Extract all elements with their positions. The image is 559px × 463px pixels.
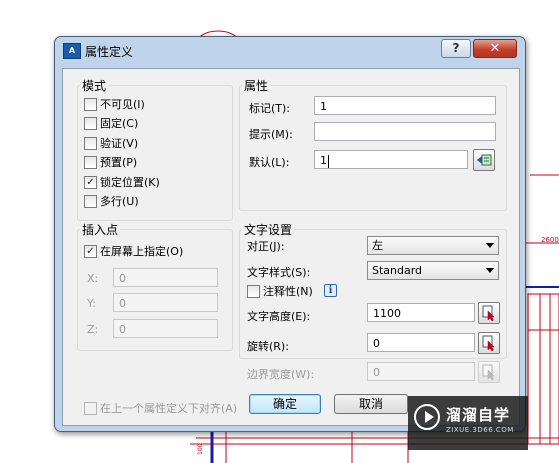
- checkbox-box[interactable]: [84, 155, 97, 169]
- watermark: 溜溜自学 ZIXUE.3D66.COM: [408, 396, 528, 450]
- checkbox-label: 固定(C): [100, 117, 139, 130]
- checkbox-box[interactable]: [84, 136, 97, 150]
- checkbox-preset[interactable]: 预置(P): [84, 154, 137, 170]
- checkbox-box[interactable]: [84, 97, 97, 111]
- title-bar[interactable]: A 属性定义 ? ✕: [55, 37, 525, 63]
- watermark-url: ZIXUE.3D66.COM: [446, 426, 514, 434]
- insert-field-icon: [477, 154, 492, 166]
- mode-group-title: 模式: [80, 77, 109, 94]
- dialog-title: 属性定义: [85, 45, 134, 59]
- default-label: 默认(L):: [249, 156, 290, 169]
- pick-boundary-button[interactable]: [478, 361, 500, 383]
- z-field[interactable]: 0: [113, 319, 218, 338]
- text-height-field[interactable]: 1100: [367, 303, 475, 322]
- checkbox-box[interactable]: [84, 194, 97, 208]
- checkbox-label: 注释性(N): [263, 285, 313, 298]
- attribute-definition-dialog: A 属性定义 ? ✕ 模式 不可见(I) 固定(C) 验证(V) 预置(P) 锁…: [54, 36, 526, 432]
- text-style-label: 文字样式(S):: [247, 266, 311, 279]
- attribute-group-title: 属性: [242, 77, 271, 94]
- close-button[interactable]: ✕: [473, 39, 517, 58]
- rotation-field[interactable]: 0: [367, 333, 475, 352]
- chevron-down-icon: [486, 243, 494, 248]
- cad-dimension-text: 2600: [541, 236, 559, 244]
- insert-field-button[interactable]: [473, 149, 495, 171]
- watermark-name: 溜溜自学: [446, 406, 511, 424]
- text-caret: [328, 154, 329, 168]
- checkbox-lock-position[interactable]: 锁定位置(K): [84, 174, 160, 190]
- cad-side-number: 100: [197, 443, 204, 455]
- checkbox-box-checked[interactable]: [84, 175, 97, 189]
- checkbox-box[interactable]: [84, 116, 97, 130]
- checkbox-box[interactable]: [84, 401, 97, 415]
- rotation-label: 旋转(R):: [247, 340, 289, 353]
- pick-point-icon: [482, 305, 495, 322]
- checkbox-invisible[interactable]: 不可见(I): [84, 96, 145, 112]
- pick-point-icon: [482, 335, 495, 352]
- pick-point-icon: [482, 364, 495, 381]
- text-style-value: Standard: [372, 264, 423, 277]
- prompt-field[interactable]: [314, 122, 496, 141]
- text-style-dropdown[interactable]: Standard: [367, 261, 499, 280]
- checkbox-label: 锁定位置(K): [100, 176, 160, 189]
- pick-rotation-button[interactable]: [478, 332, 500, 354]
- checkbox-label: 在屏幕上指定(O): [100, 245, 184, 258]
- cancel-button[interactable]: 取消: [334, 394, 408, 414]
- tag-label: 标记(T):: [249, 102, 291, 115]
- ok-button[interactable]: 确定: [249, 394, 321, 414]
- help-button[interactable]: ?: [441, 39, 471, 58]
- checkbox-multiline[interactable]: 多行(U): [84, 193, 139, 209]
- checkbox-label: 验证(V): [100, 137, 139, 150]
- info-icon[interactable]: i: [324, 284, 337, 297]
- checkbox-align-below-previous[interactable]: 在上一个属性定义下对齐(A): [84, 400, 237, 416]
- prompt-label: 提示(M):: [249, 128, 293, 141]
- justify-label: 对正(J):: [247, 240, 285, 253]
- text-height-label: 文字高度(E):: [247, 310, 311, 323]
- checkbox-label: 预置(P): [100, 156, 138, 169]
- boundary-width-label: 边界宽度(W):: [247, 368, 315, 381]
- checkbox-label: 在上一个属性定义下对齐(A): [100, 402, 238, 415]
- autocad-app-icon: A: [63, 43, 81, 59]
- checkbox-constant[interactable]: 固定(C): [84, 115, 138, 131]
- justify-value: 左: [372, 239, 383, 252]
- tag-field[interactable]: 1: [314, 96, 496, 115]
- text-settings-title: 文字设置: [242, 221, 295, 238]
- y-field[interactable]: 0: [113, 293, 218, 312]
- checkbox-label: 多行(U): [100, 195, 139, 208]
- checkbox-annotative[interactable]: 注释性(N): [247, 283, 313, 299]
- boundary-width-field[interactable]: 0: [367, 362, 475, 381]
- default-field[interactable]: 1: [314, 150, 468, 169]
- insertion-point-title: 插入点: [80, 221, 121, 238]
- dialog-body: 模式 不可见(I) 固定(C) 验证(V) 预置(P) 锁定位置(K) 多行(U…: [62, 68, 520, 426]
- x-label: X:: [87, 272, 99, 285]
- play-logo-icon: [414, 404, 440, 430]
- z-label: Z:: [87, 323, 99, 336]
- chevron-down-icon: [486, 268, 494, 273]
- checkbox-box-checked[interactable]: [84, 244, 97, 258]
- checkbox-label: 不可见(I): [100, 98, 145, 111]
- default-field-value: 1: [320, 154, 327, 167]
- pick-height-button[interactable]: [478, 302, 500, 324]
- checkbox-verify[interactable]: 验证(V): [84, 135, 138, 151]
- y-label: Y:: [87, 297, 96, 310]
- justify-dropdown[interactable]: 左: [367, 236, 499, 255]
- x-field[interactable]: 0: [113, 268, 218, 287]
- checkbox-specify-on-screen[interactable]: 在屏幕上指定(O): [84, 243, 183, 259]
- checkbox-box[interactable]: [247, 284, 260, 298]
